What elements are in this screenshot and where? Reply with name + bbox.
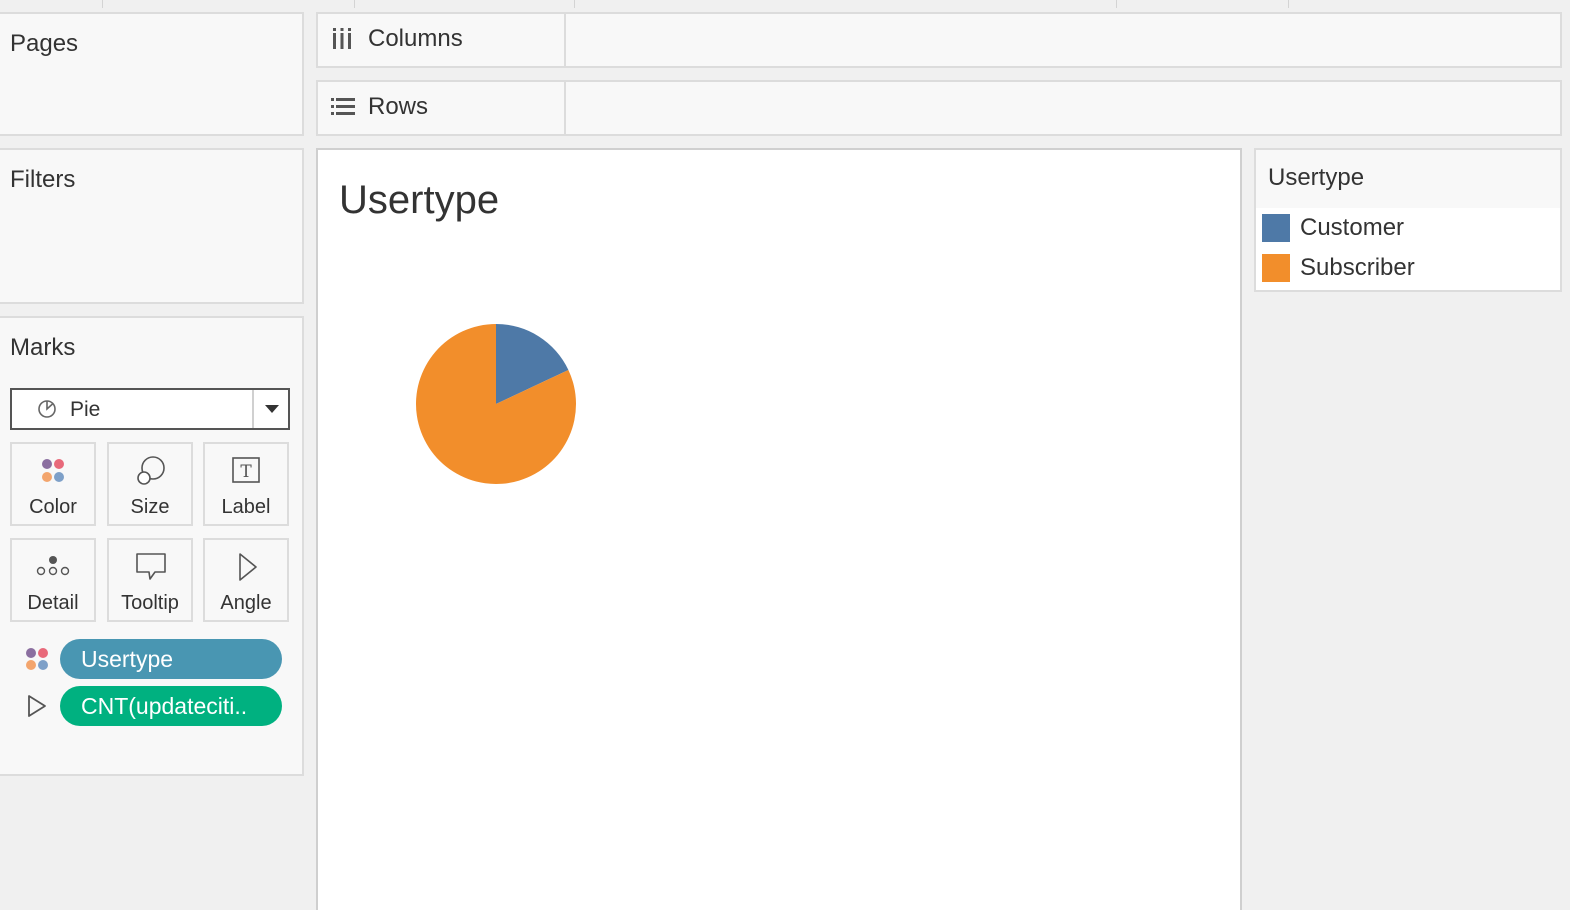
legend-title: Usertype — [1268, 164, 1365, 191]
count-angle-pill[interactable]: CNT(updateciti.. — [60, 686, 282, 726]
tooltip-button[interactable]: Tooltip — [107, 538, 193, 622]
pages-shelf[interactable]: Pages — [0, 12, 304, 136]
rows-icon — [331, 98, 355, 115]
detail-dots-icon — [36, 556, 70, 576]
marks-card-title: Marks — [10, 334, 76, 361]
rows-shelf[interactable]: Rows — [316, 80, 1562, 136]
dropdown-divider — [252, 390, 254, 428]
color-dots-icon — [26, 648, 48, 670]
legend-swatch — [1262, 214, 1290, 242]
rows-shelf-label: Rows — [318, 82, 566, 134]
angle-icon — [28, 695, 46, 717]
tooltip-icon — [136, 553, 166, 580]
mark-type-label: Pie — [70, 398, 101, 421]
toolbar-divider — [1116, 0, 1117, 8]
columns-shelf[interactable]: Columns — [316, 12, 1562, 68]
angle-button-label: Angle — [220, 592, 272, 614]
columns-shelf-label: Columns — [318, 14, 566, 66]
worksheet-view: Usertype — [316, 148, 1242, 910]
angle-button[interactable]: Angle — [203, 538, 289, 622]
legend-swatch — [1262, 254, 1290, 282]
size-button-label: Size — [130, 496, 170, 518]
color-dots-icon — [42, 459, 64, 482]
pages-shelf-title: Pages — [10, 30, 79, 57]
toolbar-divider — [354, 0, 355, 8]
legend-item-label: Subscriber — [1300, 254, 1415, 281]
toolbar-divider — [102, 0, 103, 8]
columns-label: Columns — [368, 25, 463, 52]
tooltip-button-label: Tooltip — [121, 592, 179, 614]
filters-shelf-title: Filters — [10, 166, 76, 193]
label-button[interactable]: T Label — [203, 442, 289, 526]
color-button[interactable]: Color — [10, 442, 96, 526]
legend-body: Customer Subscriber — [1256, 208, 1560, 290]
toolbar-divider — [1288, 0, 1289, 8]
color-button-label: Color — [29, 496, 77, 518]
label-text-icon: T — [232, 457, 260, 483]
size-button[interactable]: Size — [107, 442, 193, 526]
top-toolbar-strip — [0, 0, 1570, 12]
detail-button[interactable]: Detail — [10, 538, 96, 622]
chevron-down-icon[interactable] — [264, 404, 280, 414]
toolbar-divider — [574, 0, 575, 8]
size-icon — [137, 456, 165, 485]
mark-type-dropdown[interactable]: Pie — [10, 388, 290, 430]
columns-icon — [333, 28, 351, 49]
tableau-worksheet: Pages Filters Marks Pie Color Size T Lab… — [0, 0, 1570, 910]
svg-text:T: T — [240, 462, 252, 482]
pie-chart — [416, 324, 576, 485]
rows-label: Rows — [368, 93, 429, 120]
usertype-color-pill[interactable]: Usertype — [60, 639, 282, 679]
filters-shelf[interactable]: Filters — [0, 148, 304, 304]
pie-mark-icon — [38, 400, 56, 418]
color-legend: Usertype Customer Subscriber — [1254, 148, 1562, 292]
label-button-label: Label — [221, 496, 271, 518]
detail-button-label: Detail — [27, 592, 79, 614]
angle-icon — [239, 553, 257, 581]
legend-item-label: Customer — [1300, 214, 1405, 241]
